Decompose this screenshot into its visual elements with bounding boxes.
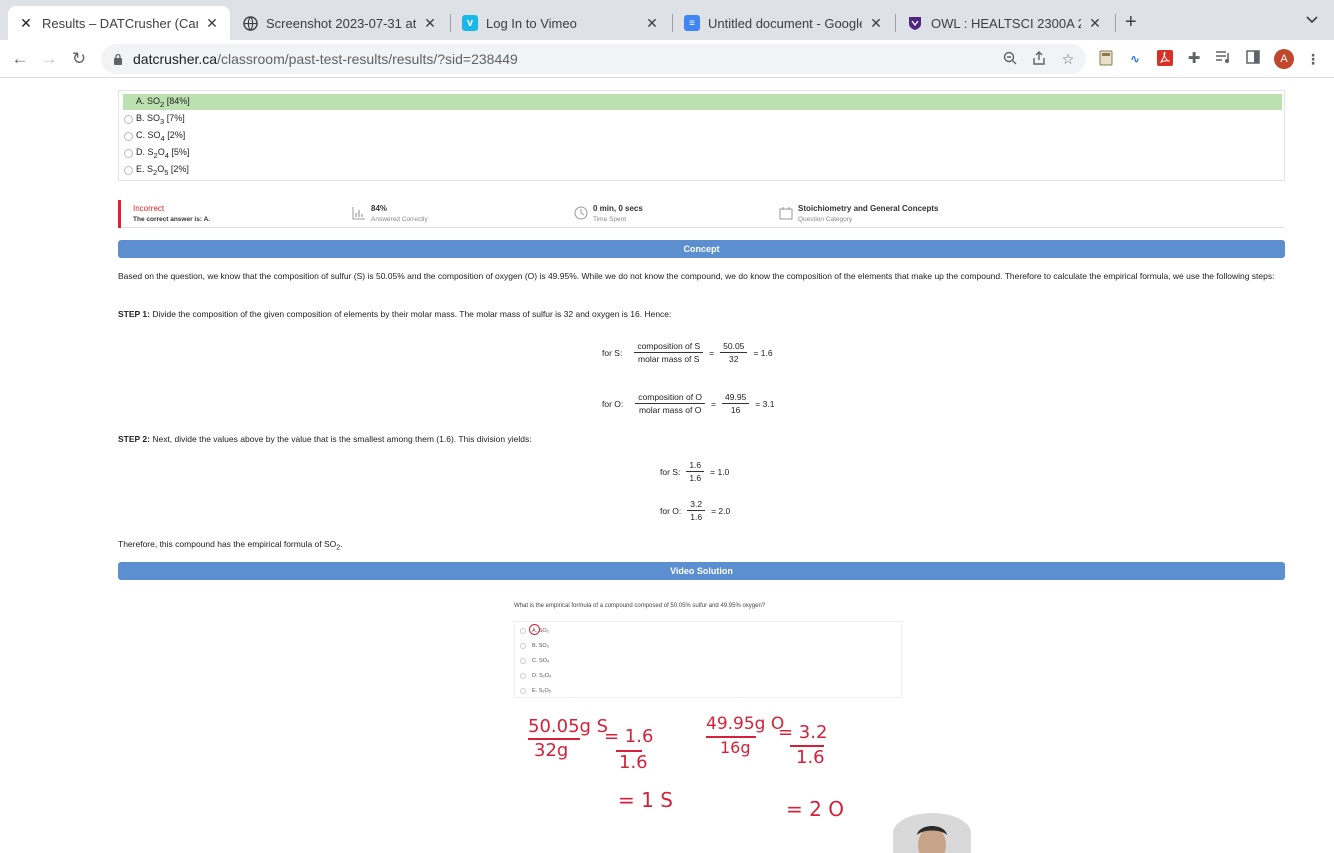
bookmark-star-icon[interactable]: ☆	[1060, 51, 1076, 67]
answer-option-e[interactable]: E. S2O5 [2%]	[123, 162, 1282, 178]
reload-icon[interactable]: ↻	[68, 48, 90, 70]
concept-heading: Concept	[118, 240, 1285, 258]
vimeo-icon: v	[462, 15, 478, 31]
presenter-webcam-thumbnail	[893, 813, 971, 853]
answer-option-d[interactable]: D. S2O4 [5%]	[123, 145, 1282, 161]
tab-search-chevron-icon[interactable]	[1306, 12, 1318, 27]
new-tab-icon[interactable]: +	[1125, 11, 1137, 34]
tab-screenshot[interactable]: Screenshot 2023-07-31 at 5.0 ✕	[232, 6, 448, 40]
video-option-d: D. S₂O₄	[520, 673, 551, 679]
acrobat-extension-icon[interactable]	[1156, 50, 1174, 68]
answer-option-c[interactable]: C. SO4 [2%]	[123, 128, 1282, 144]
handwritten-sulfur-result: = 1 S	[618, 788, 673, 812]
clock-icon	[574, 206, 588, 220]
close-tab-icon[interactable]: ✕	[868, 15, 884, 32]
video-solution-heading: Video Solution	[118, 562, 1285, 580]
tab-title: Results – DATCrusher (Canadia	[42, 15, 198, 31]
forward-arrow-icon[interactable]: →	[38, 48, 60, 70]
close-tab-icon[interactable]: ✕	[204, 15, 220, 32]
question-category-stat: Stoichiometry and General Concepts Quest…	[779, 204, 938, 223]
tab-separator	[450, 14, 451, 32]
browser-toolbar: ← → ↻ datcrusher.ca/classroom/past-test-…	[0, 40, 1334, 78]
url-host: datcrusher.ca	[133, 51, 218, 67]
video-option-e: E. S₂O₅	[520, 688, 551, 694]
video-player[interactable]: What is the empirical formula of a compo…	[494, 592, 980, 834]
url-path: /classroom/past-test-results/results/?si…	[217, 51, 518, 67]
handwritten-sulfur-moles: = 1.6	[604, 726, 654, 747]
step-2-text: STEP 2: Next, divide the values above by…	[118, 434, 532, 444]
handwritten-oxygen-result: = 2 O	[786, 797, 844, 821]
radio-icon[interactable]	[124, 114, 133, 124]
incorrect-indicator	[118, 200, 121, 228]
handwritten-oxygen-molar-mass: 16g	[720, 738, 751, 757]
google-docs-icon: ≡	[684, 15, 700, 31]
step-1-text: STEP 1: Divide the composition of the gi…	[118, 309, 672, 319]
equation-sulfur-moles: for S: composition of Smolar mass of S =…	[602, 341, 773, 364]
profile-avatar[interactable]: A	[1274, 49, 1294, 69]
tab-title: Untitled document - Google Do	[708, 15, 862, 31]
close-tab-icon[interactable]: ✕	[422, 15, 438, 32]
tab-separator	[1115, 14, 1116, 32]
extensions-puzzle-icon[interactable]: ✚	[1185, 50, 1203, 68]
handwritten-sulfur-divisor: 1.6	[619, 752, 648, 773]
handwritten-sulfur-mass: 50.05g S	[528, 716, 609, 737]
tab-google-doc[interactable]: ≡ Untitled document - Google Do ✕	[674, 6, 894, 40]
calculator-extension-icon[interactable]	[1097, 50, 1115, 68]
result-stats-bar: Incorrect The correct answer is: A. 84% …	[118, 200, 1285, 228]
page-content: A. SO2 [84%] B. SO3 [7%] C. SO4 [2%] D. …	[0, 79, 1334, 834]
tab-title: OWL : HEALTSCI 2300A 200 S	[931, 15, 1081, 31]
share-icon[interactable]	[1031, 51, 1047, 67]
concept-intro: Based on the question, we know that the …	[118, 271, 1275, 281]
datcrusher-favicon-icon: ✕	[20, 14, 32, 31]
zoom-icon[interactable]	[1002, 51, 1018, 67]
handwritten-sulfur-molar-mass: 32g	[534, 740, 569, 761]
answered-correctly-stat: 84% Answered Correctly	[352, 204, 428, 223]
tab-title: Screenshot 2023-07-31 at 5.0	[266, 15, 416, 31]
handwritten-oxygen-mass: 49.95g O	[706, 714, 785, 734]
tab-datcrusher-results[interactable]: ✕ Results – DATCrusher (Canadia ✕	[8, 6, 230, 40]
reading-list-icon[interactable]	[1214, 50, 1232, 68]
close-tab-icon[interactable]: ✕	[1087, 15, 1103, 32]
time-spent-stat: 0 min, 0 secs Time Spent	[574, 204, 643, 223]
video-option-b: B. SO₃	[520, 643, 549, 649]
radio-icon[interactable]	[124, 165, 133, 175]
globe-icon	[242, 15, 258, 31]
owl-shield-icon	[907, 15, 923, 31]
result-status: Incorrect The correct answer is: A.	[133, 204, 211, 223]
equation-oxygen-moles: for O: composition of Omolar mass of O =…	[602, 392, 775, 415]
close-tab-icon[interactable]: ✕	[644, 15, 660, 32]
tab-vimeo[interactable]: v Log In to Vimeo ✕	[452, 6, 670, 40]
handwritten-oxygen-divisor: 1.6	[796, 747, 825, 768]
answer-option-b[interactable]: B. SO3 [7%]	[123, 111, 1282, 127]
radio-icon[interactable]	[124, 131, 133, 141]
handwritten-oxygen-moles: = 3.2	[778, 722, 828, 743]
equation-oxygen-ratio: for O: 3.2 1.6 = 2.0	[660, 499, 731, 522]
waveform-extension-icon[interactable]: ∿	[1126, 50, 1144, 68]
conclusion-text: Therefore, this compound has the empiric…	[118, 539, 343, 552]
kebab-menu-icon[interactable]: ⋮	[1304, 50, 1322, 68]
address-bar[interactable]: datcrusher.ca/classroom/past-test-result…	[101, 44, 1086, 74]
equation-sulfur-ratio: for S: 1.6 1.6 = 1.0	[660, 460, 730, 483]
video-answer-box: A. SO₂ B. SO₃ C. SO₄ D. S₂O₄ E. S₂O₅	[514, 621, 902, 698]
tab-title: Log In to Vimeo	[486, 15, 577, 31]
circled-answer-mark	[529, 624, 540, 635]
tab-strip: ✕ Results – DATCrusher (Canadia ✕ Screen…	[0, 0, 1334, 40]
side-panel-icon[interactable]	[1244, 50, 1262, 68]
video-option-c: C. SO₄	[520, 658, 549, 664]
url-text: datcrusher.ca/classroom/past-test-result…	[133, 51, 518, 67]
back-arrow-icon[interactable]: ←	[9, 48, 31, 70]
tab-separator	[895, 14, 896, 32]
bar-chart-icon	[352, 207, 365, 220]
tab-separator	[672, 14, 673, 32]
tab-owl[interactable]: OWL : HEALTSCI 2300A 200 S ✕	[897, 6, 1113, 40]
calendar-icon	[779, 207, 793, 220]
answer-options: A. SO2 [84%] B. SO3 [7%] C. SO4 [2%] D. …	[118, 90, 1285, 181]
answer-option-a[interactable]: A. SO2 [84%]	[123, 94, 1282, 110]
radio-icon[interactable]	[124, 148, 133, 158]
video-question-text: What is the empirical formula of a compo…	[514, 603, 766, 609]
lock-icon	[114, 53, 122, 65]
